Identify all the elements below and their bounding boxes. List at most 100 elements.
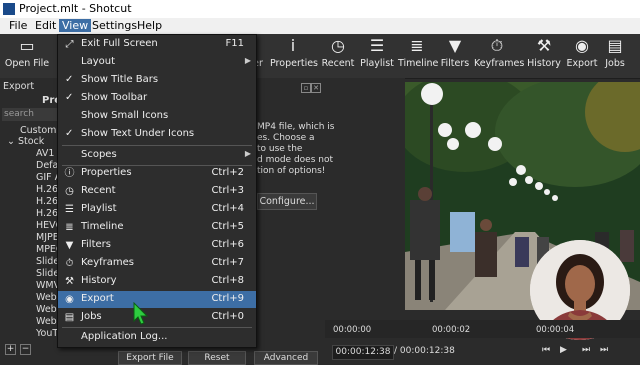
skip-back-icon[interactable]: ⏮ xyxy=(542,345,550,355)
timeline-tick: 00:00:04 xyxy=(536,325,575,335)
current-timecode-field[interactable]: 00:00:12:38 xyxy=(332,345,394,360)
description-line: d mode does not xyxy=(257,155,334,165)
menu-item-shortcut: Ctrl+2 xyxy=(211,167,244,178)
toolbar-export-button[interactable]: ◉ Export xyxy=(566,34,598,78)
menu-item-show-title-bars[interactable]: ✓ Show Title Bars xyxy=(58,72,256,89)
clock-icon: ◷ xyxy=(331,36,345,55)
menu-item-scopes[interactable]: Scopes ▶ xyxy=(58,147,256,164)
description-line: tion of options! xyxy=(257,166,326,176)
history-label: History xyxy=(527,58,561,69)
disc-icon: ◉ xyxy=(65,294,74,305)
timeline-tick: 00:00:02 xyxy=(432,325,471,335)
menu-item-show-toolbar[interactable]: ✓ Show Toolbar xyxy=(58,90,256,107)
toolbar-keyframes-button[interactable]: ⏱ Keyframes xyxy=(474,34,525,78)
total-duration: / 00:00:12:38 xyxy=(394,346,455,356)
remove-preset-icon[interactable]: − xyxy=(20,344,31,355)
timeline-label: Timeline xyxy=(398,58,439,69)
menu-item-shortcut: Ctrl+5 xyxy=(211,221,244,232)
menu-item-label: Show Text Under Icons xyxy=(81,128,195,139)
view-menu-dropdown: ⤢ Exit Full Screen F11 Layout ▶ ✓ Show T… xyxy=(57,34,257,348)
window-title: Project.mlt - Shotcut xyxy=(19,2,132,15)
jobs-icon: ▤ xyxy=(607,36,623,55)
history-icon: ⚒ xyxy=(65,276,74,287)
toolbar-recent-button[interactable]: ◷ Recent xyxy=(320,34,356,78)
skip-forward-icon[interactable]: ⏭ xyxy=(582,345,590,355)
toolbar-jobs-button[interactable]: ▤ Jobs xyxy=(602,34,628,78)
menu-item-label: Playlist xyxy=(81,203,117,214)
menu-item-label: Scopes xyxy=(81,149,117,160)
menu-item-label: Show Small Icons xyxy=(81,110,169,121)
menu-item-timeline[interactable]: ≣ Timeline Ctrl+5 xyxy=(58,219,256,236)
menu-item-show-small-icons[interactable]: Show Small Icons xyxy=(58,108,256,125)
menu-view[interactable]: View xyxy=(59,19,92,32)
list-icon: ☰ xyxy=(65,204,74,215)
open-file-button[interactable]: ▭ Open File xyxy=(4,34,50,78)
menu-item-keyframes[interactable]: ⏱ Keyframes Ctrl+7 xyxy=(58,255,256,272)
menu-item-history[interactable]: ⚒ History Ctrl+8 xyxy=(58,273,256,290)
properties-label: Properties xyxy=(270,58,319,69)
playlist-label: Playlist xyxy=(360,58,394,69)
menu-item-shortcut: Ctrl+9 xyxy=(211,293,244,304)
float-panel-icon[interactable]: ▫ xyxy=(301,83,311,93)
menu-item-show-text-under-icons[interactable]: ✓ Show Text Under Icons xyxy=(58,126,256,143)
jobs-label: Jobs xyxy=(605,58,625,69)
export-options-panel: ▫ ✕ MP4 file, which is es. Choose a to u… xyxy=(255,78,405,340)
menu-item-exit-full-screen[interactable]: ⤢ Exit Full Screen F11 xyxy=(58,36,256,53)
advanced-button[interactable]: Advanced xyxy=(254,351,318,365)
menu-edit[interactable]: Edit xyxy=(32,19,59,32)
menu-item-filters[interactable]: ▼ Filters Ctrl+6 xyxy=(58,237,256,254)
menu-item-label: Jobs xyxy=(81,311,102,322)
menu-item-export[interactable]: ◉ Export Ctrl+9 xyxy=(58,291,256,308)
menu-settings[interactable]: Settings xyxy=(89,19,140,32)
close-panel-icon[interactable]: ✕ xyxy=(311,83,321,93)
reset-button[interactable]: Reset xyxy=(188,351,246,365)
filters-label: Filters xyxy=(440,58,470,69)
export-file-button[interactable]: Export File xyxy=(118,351,182,365)
play-icon[interactable]: ▶ xyxy=(560,345,567,355)
menu-item-shortcut: Ctrl+0 xyxy=(211,311,244,322)
next-icon[interactable]: ⏭ xyxy=(600,345,608,355)
menu-item-layout[interactable]: Layout ▶ xyxy=(58,54,256,71)
menu-separator xyxy=(62,327,252,328)
toolbar-filters-button[interactable]: ▼ Filters xyxy=(440,34,470,78)
menu-item-playlist[interactable]: ☰ Playlist Ctrl+4 xyxy=(58,201,256,218)
menu-item-recent[interactable]: ◷ Recent Ctrl+3 xyxy=(58,183,256,200)
toolbar-timeline-button[interactable]: ≣ Timeline xyxy=(398,34,439,78)
collapse-arrow-icon: ⌄ xyxy=(7,136,18,147)
menu-item-shortcut: Ctrl+6 xyxy=(211,239,244,250)
description-line: to use the xyxy=(257,144,303,154)
export-label: Export xyxy=(566,58,598,69)
menu-help[interactable]: Help xyxy=(134,19,165,32)
menu-item-application-log[interactable]: Application Log... xyxy=(58,329,256,346)
submenu-arrow-icon: ▶ xyxy=(244,149,251,158)
menu-item-label: Timeline xyxy=(81,221,124,232)
toolbar-playlist-button[interactable]: ☰ Playlist xyxy=(360,34,394,78)
timeline-icon: ≣ xyxy=(65,222,74,233)
menu-item-label: History xyxy=(81,275,117,286)
menu-item-label: Application Log... xyxy=(81,331,168,342)
menu-item-shortcut: Ctrl+3 xyxy=(211,185,244,196)
toolbar-properties-button[interactable]: i Properties xyxy=(270,34,319,78)
toolbar-history-button[interactable]: ⚒ History xyxy=(526,34,562,78)
timeline-ruler[interactable] xyxy=(325,320,640,338)
menu-item-label: Properties xyxy=(81,167,132,178)
menu-file[interactable]: File xyxy=(6,19,30,32)
configure-button[interactable]: Configure... xyxy=(257,193,317,210)
menu-item-shortcut: Ctrl+7 xyxy=(211,257,244,268)
exit-fullscreen-icon: ⤢ xyxy=(65,39,74,50)
info-icon: i xyxy=(290,36,296,55)
recent-label: Recent xyxy=(321,58,355,69)
menu-item-jobs[interactable]: ▤ Jobs Ctrl+0 xyxy=(58,309,256,326)
stopwatch-icon: ⏱ xyxy=(490,36,504,55)
keyframes-label: Keyframes xyxy=(474,58,525,69)
preset-description: MP4 file, which is es. Choose a to use t… xyxy=(257,122,334,177)
timeline-tick: 00:00:00 xyxy=(333,325,372,335)
add-preset-icon[interactable]: + xyxy=(5,344,16,355)
jobs-icon: ▤ xyxy=(64,312,75,323)
menu-item-properties[interactable]: ⓘ Properties Ctrl+2 xyxy=(58,165,256,182)
menu-bar: File Edit View Settings Help xyxy=(0,18,640,34)
menu-item-shortcut: Ctrl+4 xyxy=(211,203,244,214)
info-icon: ⓘ xyxy=(64,168,75,179)
menu-item-label: Filters xyxy=(81,239,111,250)
menu-item-label: Show Title Bars xyxy=(81,74,159,85)
